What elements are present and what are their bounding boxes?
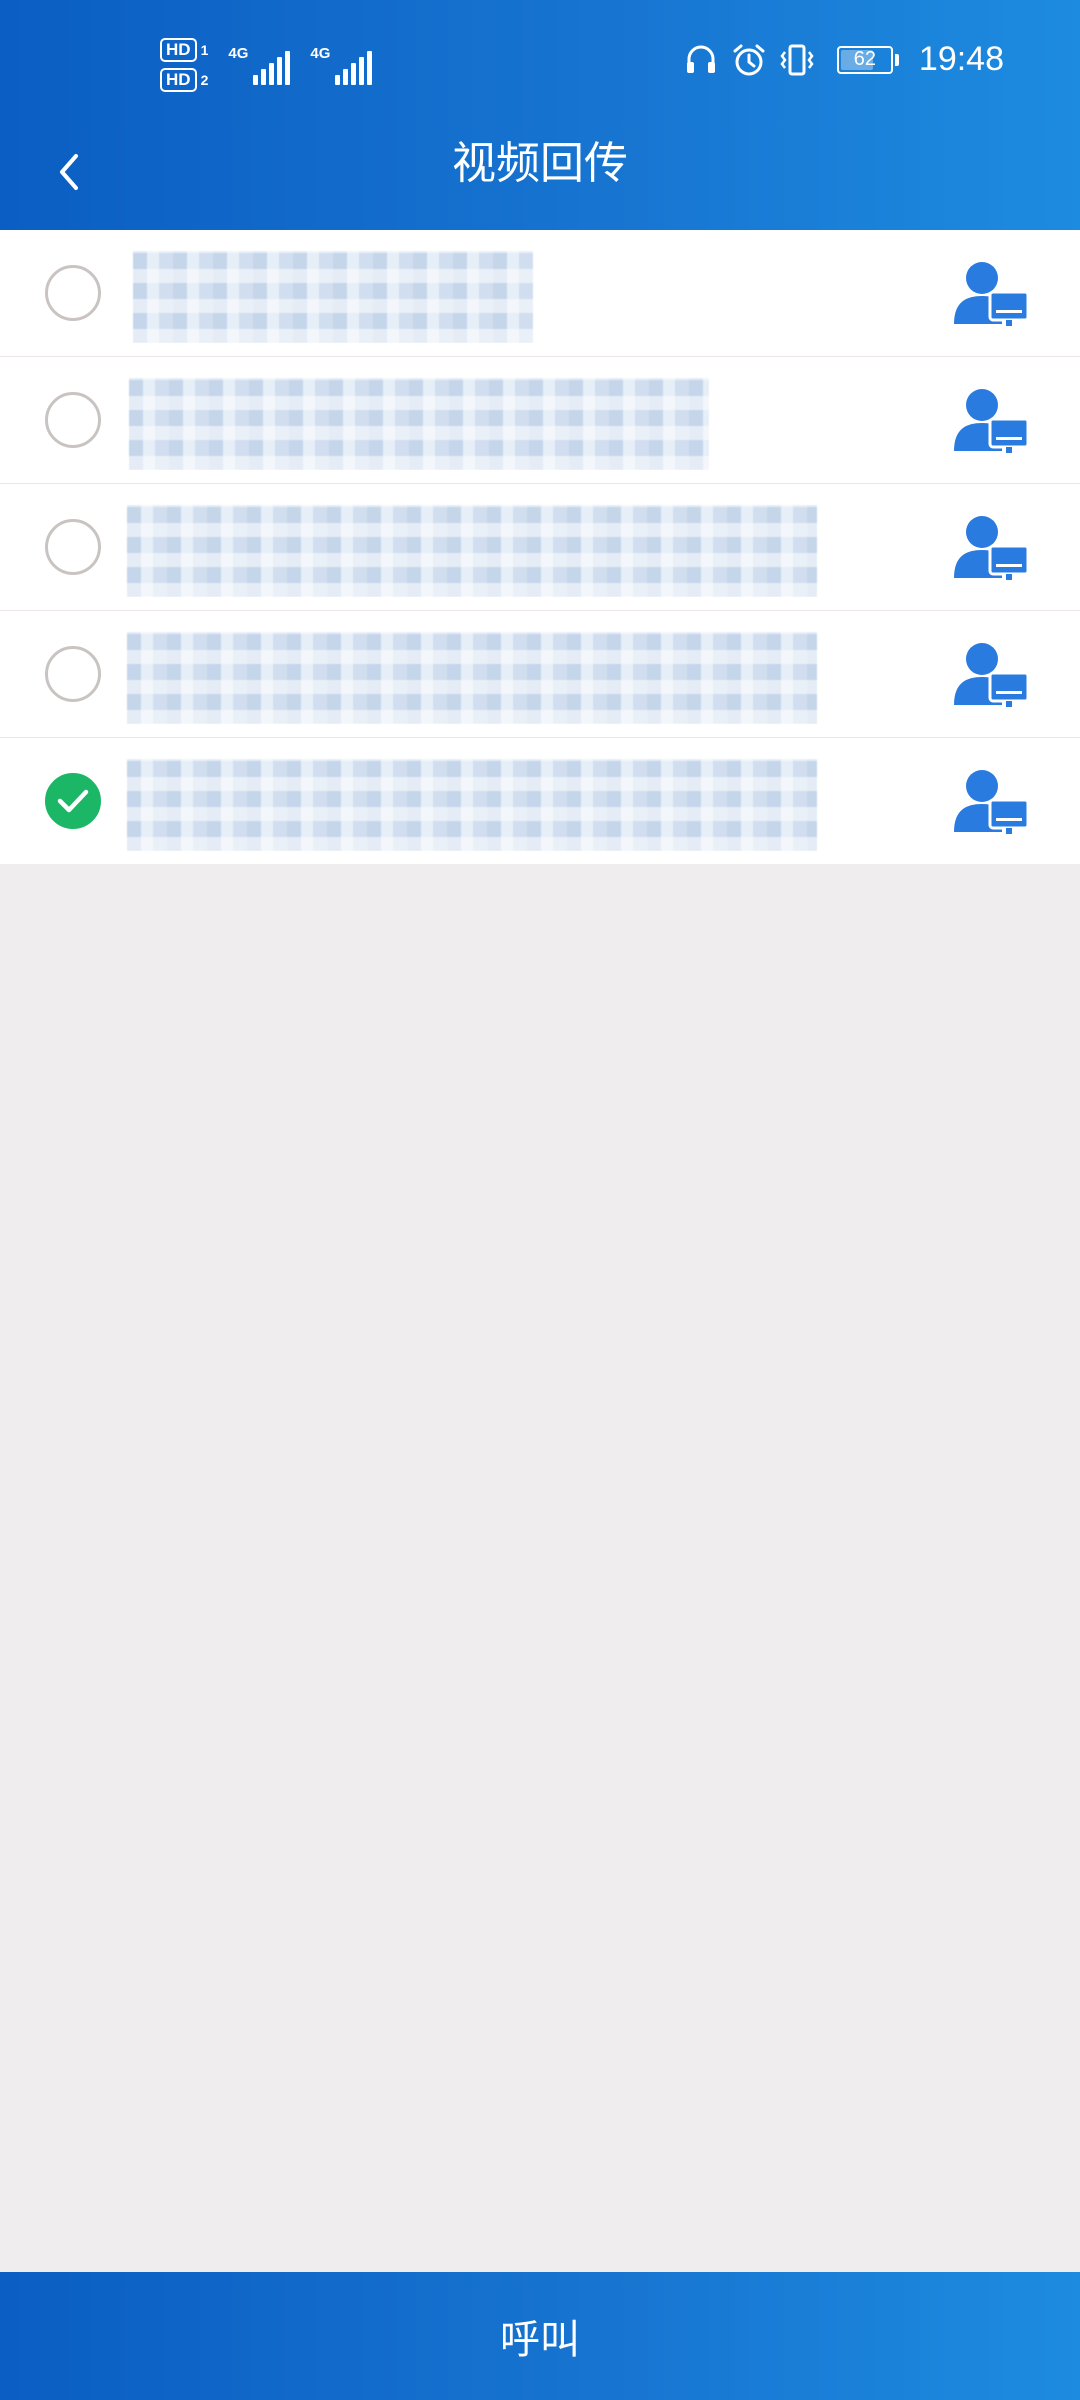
sim-number: 1 <box>200 42 209 58</box>
network-type: 4G <box>310 45 331 62</box>
radio-button-checked[interactable] <box>45 773 101 829</box>
call-button[interactable]: 呼叫 <box>0 2272 1080 2400</box>
status-left: HD 1 HD 2 4G 4G <box>160 38 373 92</box>
sim-number: 2 <box>200 72 209 88</box>
list-item[interactable] <box>0 484 1080 611</box>
page-title: 视频回传 <box>452 138 628 189</box>
person-monitor-icon[interactable] <box>952 385 1030 455</box>
list-item[interactable] <box>0 738 1080 864</box>
contact-name-redacted <box>121 751 952 851</box>
list-item[interactable] <box>0 611 1080 738</box>
radio-button[interactable] <box>45 646 101 702</box>
person-monitor-icon[interactable] <box>952 639 1030 709</box>
battery-level: 62 <box>853 48 877 70</box>
signal-icon: 4G <box>228 45 291 85</box>
sim1-hd: HD 1 <box>160 38 208 62</box>
status-bar: HD 1 HD 2 4G 4G 62 19:48 <box>0 0 1080 130</box>
checkmark-icon <box>57 789 89 813</box>
status-right: 62 19:48 <box>683 40 1004 79</box>
battery-icon: 62 <box>836 45 893 74</box>
radio-button[interactable] <box>45 265 101 321</box>
contact-name-redacted <box>121 243 952 343</box>
call-button-label: 呼叫 <box>500 2317 580 2363</box>
person-monitor-icon[interactable] <box>952 258 1030 328</box>
hd-badge: HD <box>160 68 197 92</box>
alarm-icon <box>733 44 765 75</box>
sim2-hd: HD 2 <box>160 68 208 92</box>
list-item[interactable] <box>0 357 1080 484</box>
person-monitor-icon[interactable] <box>952 766 1030 836</box>
status-time: 19:48 <box>918 40 1004 78</box>
hd-badge: HD <box>160 38 197 62</box>
contact-name-redacted <box>121 624 952 724</box>
radio-button[interactable] <box>45 392 101 448</box>
contact-name-redacted <box>121 370 952 470</box>
screen: HD 1 HD 2 4G 4G 62 19:48 视频回传 呼叫 <box>0 0 1080 2400</box>
person-monitor-icon[interactable] <box>952 512 1030 582</box>
network-type: 4G <box>228 45 249 62</box>
signal-icon: 4G <box>310 45 373 85</box>
hd-indicators: HD 1 HD 2 <box>160 38 208 92</box>
vibrate-icon <box>780 44 814 75</box>
app-header: HD 1 HD 2 4G 4G 62 19:48 视频回传 <box>0 0 1080 230</box>
headset-icon <box>686 45 715 73</box>
contact-name-redacted <box>121 497 952 597</box>
radio-button[interactable] <box>45 519 101 575</box>
nav-bar: 视频回传 <box>0 120 1080 226</box>
contact-list <box>0 230 1080 864</box>
battery-tip <box>894 53 899 66</box>
list-item[interactable] <box>0 230 1080 357</box>
